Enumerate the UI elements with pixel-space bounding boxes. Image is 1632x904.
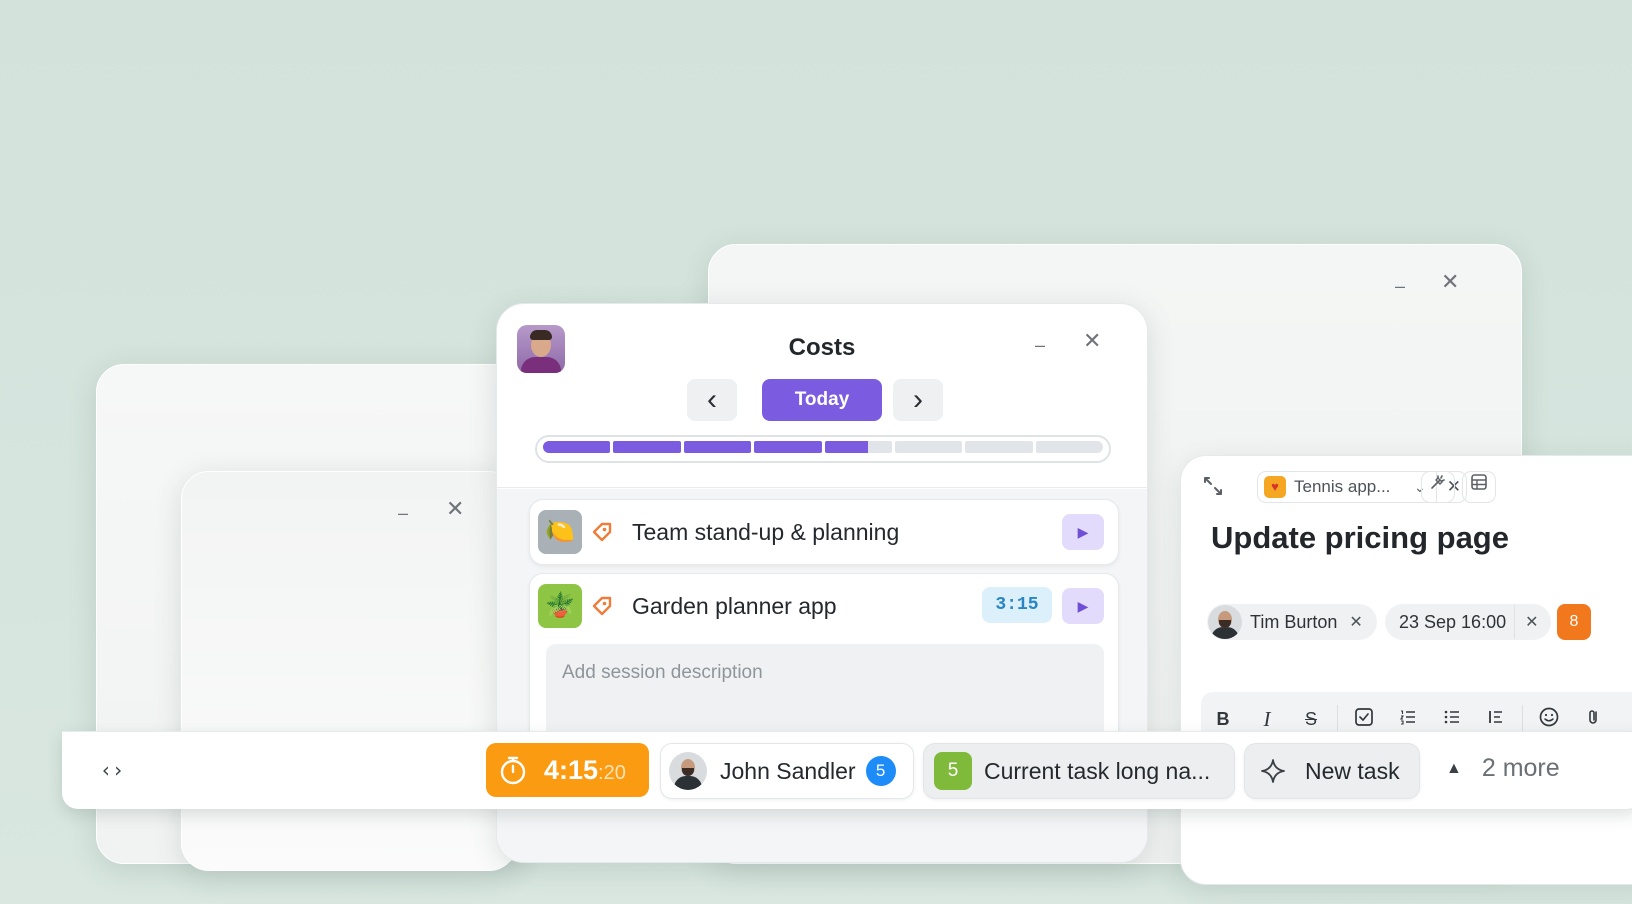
new-task-label: New task — [1305, 757, 1400, 784]
indent-list-icon[interactable] — [1474, 707, 1518, 732]
timer-seconds: :20 — [598, 761, 626, 784]
minimize-icon[interactable]: – — [1035, 334, 1045, 356]
project-name: Tennis app... — [1294, 477, 1391, 496]
play-icon: ▶ — [1077, 524, 1089, 540]
close-icon[interactable]: ✕ — [446, 498, 464, 520]
progress-segment — [613, 441, 681, 453]
emoji-icon[interactable] — [1527, 706, 1571, 733]
task-title[interactable]: Update pricing page — [1211, 520, 1509, 556]
progress-segment-fill — [683, 441, 752, 453]
assignee-name: Tim Burton — [1250, 611, 1338, 632]
bulleted-list-icon[interactable] — [1430, 707, 1474, 732]
progress-segment — [1035, 441, 1103, 453]
magic-wand-button[interactable] — [1421, 471, 1455, 503]
more-tasks-toggle[interactable]: ▲ 2 more — [1446, 754, 1560, 783]
entry-duration: 3:15 — [982, 587, 1052, 623]
due-date: 23 Sep 16:00 — [1399, 611, 1507, 632]
play-icon: ▶ — [1077, 598, 1089, 614]
remove-assignee-icon[interactable]: ✕ — [1349, 612, 1362, 632]
sparkle-icon — [1261, 759, 1285, 783]
notification-count-badge: 5 — [865, 756, 896, 786]
minimize-icon[interactable]: – — [1395, 275, 1405, 297]
prev-day-button[interactable]: ‹ — [687, 379, 737, 421]
play-button[interactable]: ▶ — [1062, 514, 1104, 550]
timer-button[interactable]: 4:15 :20 — [486, 743, 649, 797]
entry-name: Garden planner app — [632, 593, 837, 619]
italic-button[interactable]: I — [1245, 707, 1289, 732]
current-task-name: Current task long na... — [984, 757, 1211, 784]
attachment-icon[interactable] — [1571, 707, 1615, 732]
costs-header: Costs – ✕ ‹ Today › — [497, 304, 1147, 488]
progress-segment — [754, 441, 822, 453]
checklist-icon[interactable] — [1342, 707, 1386, 732]
progress-segment-fill — [613, 441, 681, 453]
more-tasks-label: 2 more — [1481, 754, 1560, 782]
chevron-up-icon: ▲ — [1446, 759, 1462, 777]
next-day-button[interactable]: › — [893, 379, 943, 421]
plant-pot-icon: 🪴 — [538, 584, 582, 628]
avatar — [1208, 605, 1242, 639]
bold-button[interactable]: B — [1201, 709, 1245, 730]
strikethrough-button[interactable]: S — [1289, 709, 1333, 730]
task-editor-panel: ♥ Tennis app... ⌄ ✕ Update pricing page … — [1180, 455, 1632, 885]
avatar — [669, 752, 707, 790]
stopwatch-icon — [500, 756, 526, 785]
progress-segment — [965, 441, 1033, 453]
background-window-small: – ✕ — [181, 471, 517, 871]
chevron-right-icon: › — [913, 383, 923, 416]
numbered-list-icon[interactable] — [1386, 707, 1430, 732]
timer-value: 4:15 — [544, 754, 599, 785]
bottom-taskbar: ‹› 4:15 :20 John Sandler 5 5 Current tas… — [62, 731, 1632, 809]
time-entry[interactable]: 🍋 Team stand-up & planning ▶ — [529, 499, 1119, 565]
task-number-badge: 5 — [934, 752, 972, 790]
new-task-button[interactable]: New task — [1244, 743, 1420, 799]
tennis-project-icon: ♥ — [1264, 476, 1286, 498]
day-progress-bar — [535, 435, 1111, 463]
minimize-icon[interactable]: – — [398, 502, 408, 524]
table-icon — [1471, 474, 1487, 490]
magic-wand-icon — [1431, 475, 1445, 489]
user-name: John Sandler — [720, 757, 856, 784]
progress-segment-fill — [824, 441, 868, 453]
lemon-icon: 🍋 — [538, 510, 582, 554]
progress-segment-fill — [754, 441, 822, 453]
today-button[interactable]: Today — [762, 379, 882, 421]
table-view-button[interactable] — [1462, 471, 1496, 503]
entry-name: Team stand-up & planning — [632, 519, 900, 545]
progress-segment — [894, 441, 963, 453]
play-button[interactable]: ▶ — [1062, 588, 1104, 624]
collapse-icon[interactable] — [1199, 472, 1227, 500]
remove-date-icon[interactable]: ✕ — [1525, 612, 1538, 632]
tag-icon — [592, 522, 612, 542]
progress-segment — [824, 441, 892, 453]
progress-segment-fill — [543, 441, 611, 453]
current-task-chip[interactable]: 5 Current task long na... — [923, 743, 1235, 799]
code-icon[interactable]: ‹› — [100, 758, 124, 782]
due-date-chip[interactable]: 23 Sep 16:00 ✕ — [1385, 604, 1551, 640]
chevron-left-icon: ‹ — [707, 383, 717, 416]
tag-icon — [592, 596, 612, 616]
close-icon[interactable]: ✕ — [1441, 271, 1459, 293]
window-title: Costs — [788, 334, 856, 361]
close-icon[interactable]: ✕ — [1083, 330, 1101, 352]
user-chip[interactable]: John Sandler 5 — [660, 743, 914, 799]
priority-badge[interactable]: 8 — [1557, 604, 1591, 640]
progress-segment — [683, 441, 752, 453]
assignee-chip[interactable]: Tim Burton ✕ — [1207, 604, 1377, 640]
progress-segment — [543, 441, 611, 453]
